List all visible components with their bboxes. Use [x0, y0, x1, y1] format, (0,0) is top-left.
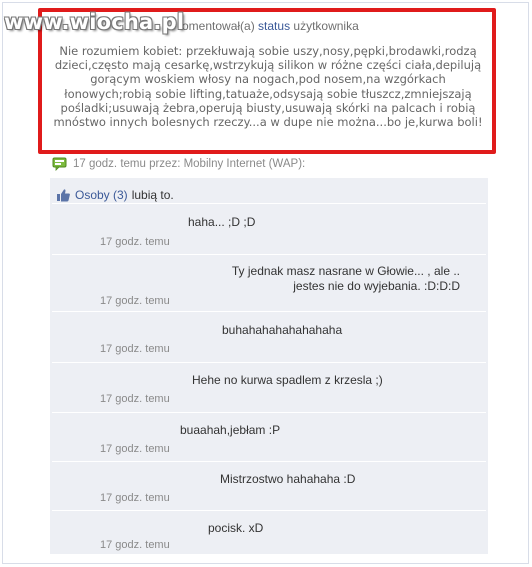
watermark: www.wiocha.pl [4, 10, 185, 34]
comment-time[interactable]: 17 godz. temu [100, 236, 170, 248]
comment-text: buhahahahahahahaha [222, 323, 343, 337]
feedback-panel: Osoby (3) lubią to. haha... ;D ;D 17 god… [50, 178, 488, 554]
comment-time[interactable]: 17 godz. temu [100, 492, 170, 504]
status-header-prefix: omentował(a) [182, 19, 255, 33]
status-header: omentował(a) status użytkownika [182, 19, 359, 33]
comment-item: haha... ;D ;D 17 godz. temu [52, 203, 486, 253]
comment-time[interactable]: 17 godz. temu [100, 393, 170, 405]
comment-item: Ty jednak masz nasrane w Głowie... , ale… [52, 254, 486, 310]
status-meta-text: 17 godz. temu przez: Mobilny Internet (W… [73, 158, 306, 170]
comment-text: pocisk. xD [208, 521, 264, 535]
comment-item: buhahahahahahahaha 17 godz. temu [52, 311, 486, 361]
likes-link[interactable]: Osoby (3) [75, 188, 128, 202]
comment-item: buaahah,jebłam :P 17 godz. temu [52, 412, 486, 460]
comment-text: Ty jednak masz nasrane w Głowie... , ale… [231, 264, 460, 293]
comment-item: pocisk. xD 17 godz. temu [52, 510, 486, 554]
comment-time[interactable]: 17 godz. temu [100, 539, 170, 551]
status-text: Nie rozumiem kobiet: przekłuwają sobie u… [53, 44, 483, 130]
likes-text: lubią to. [131, 188, 174, 202]
comment-text: buaahah,jebłam :P [180, 423, 281, 437]
comment-item: Mistrzostwo hahahaha :D 17 godz. temu [52, 461, 486, 509]
comment-time[interactable]: 17 godz. temu [100, 343, 170, 355]
status-header-suffix: użytkownika [293, 19, 359, 33]
comment-item: Hehe no kurwa spadlem z krzesla ;) 17 go… [52, 362, 486, 411]
status-meta: 17 godz. temu przez: Mobilny Internet (W… [52, 157, 305, 171]
thumbs-up-icon [56, 188, 71, 203]
comment-text: Hehe no kurwa spadlem z krzesla ;) [192, 373, 383, 387]
comment-text: haha... ;D ;D [188, 215, 256, 229]
comment-text: Mistrzostwo hahahaha :D [220, 472, 356, 486]
comment-time[interactable]: 17 godz. temu [100, 443, 170, 455]
mobile-icon [52, 157, 67, 171]
comment-time[interactable]: 17 godz. temu [100, 295, 170, 307]
status-link[interactable]: status [258, 19, 290, 33]
